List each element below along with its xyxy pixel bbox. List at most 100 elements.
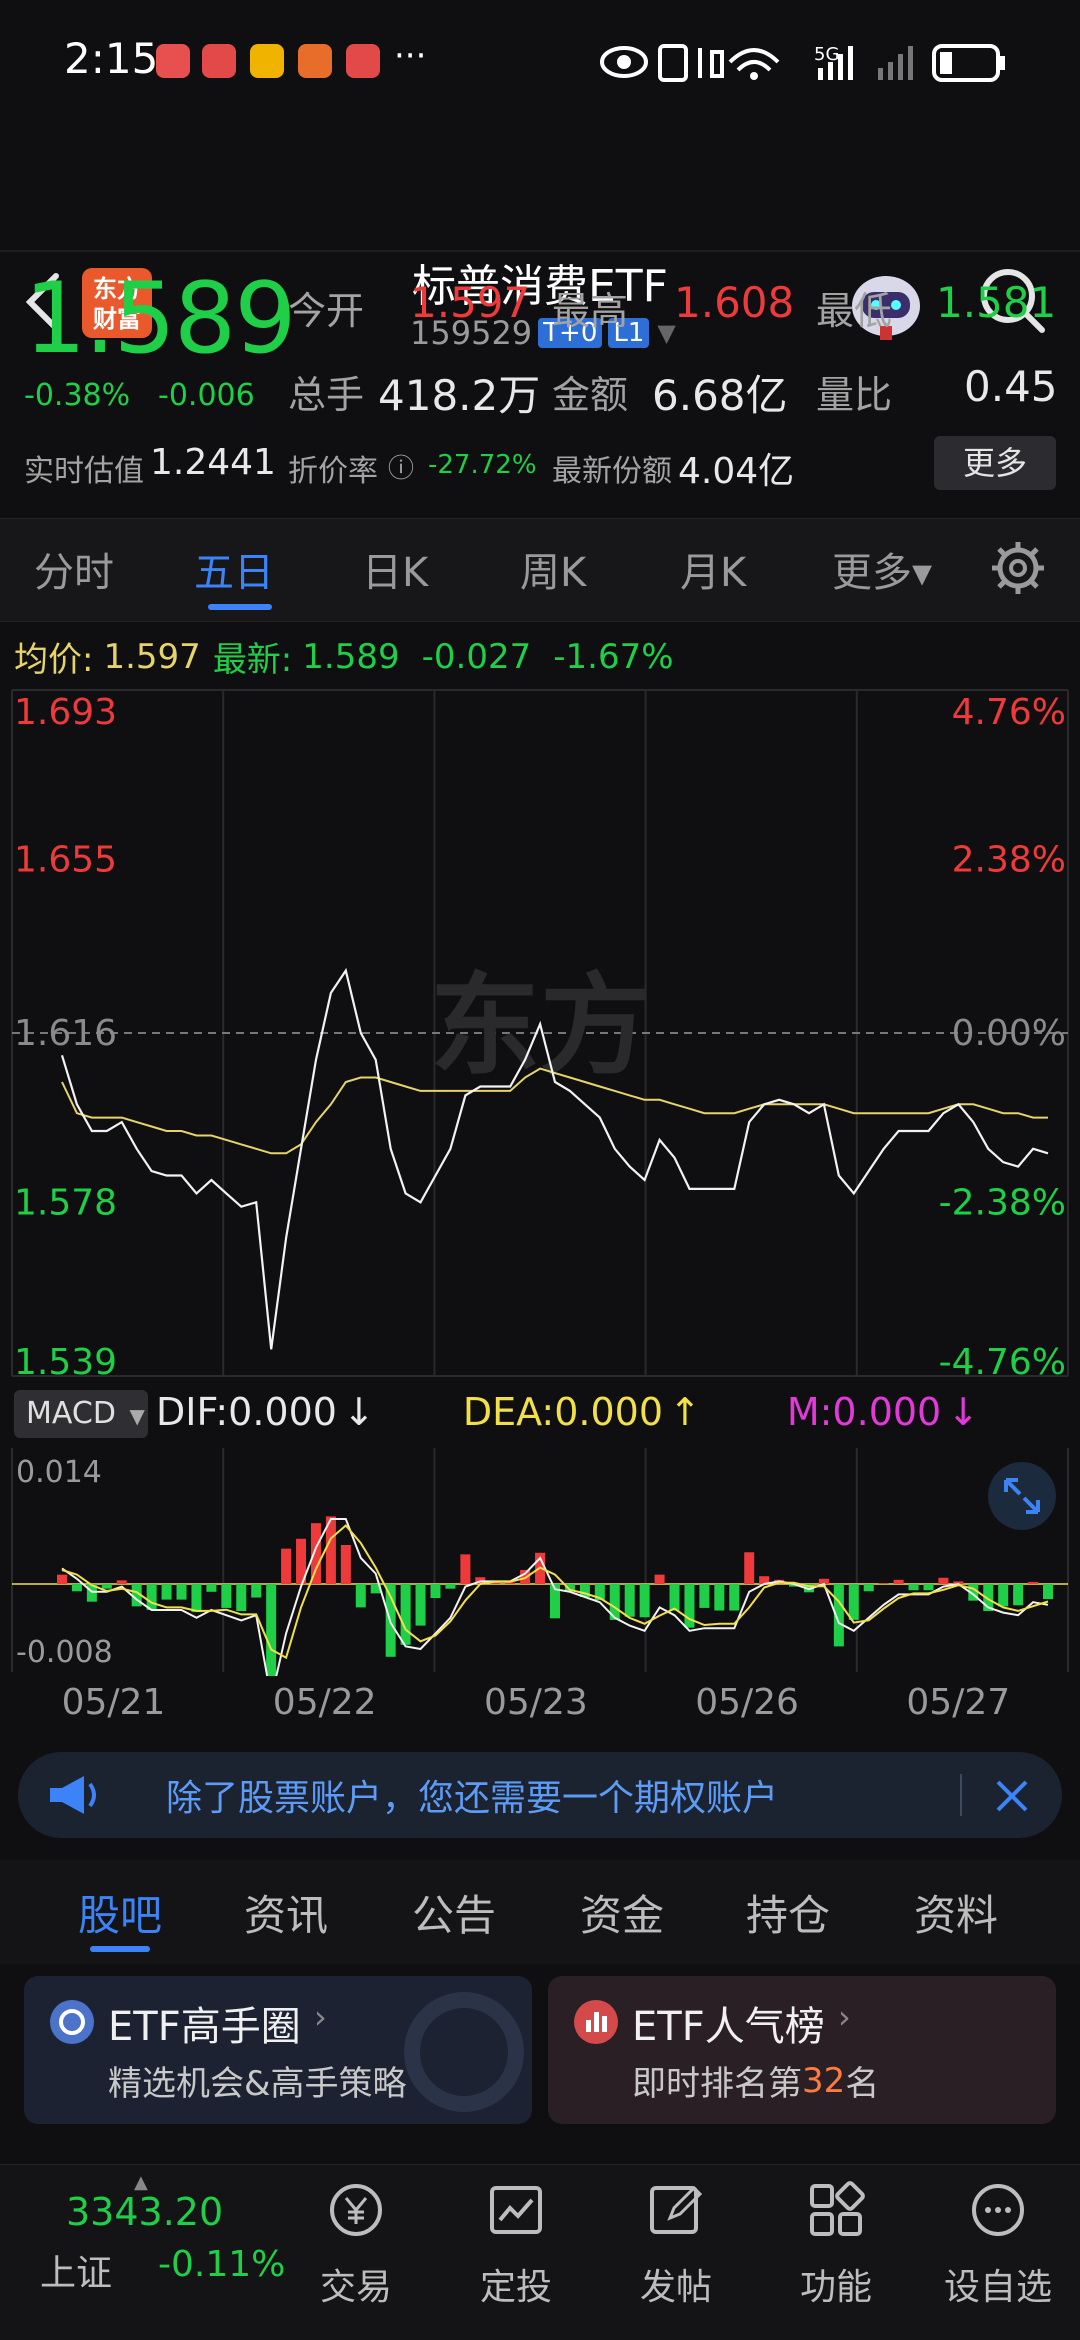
rank-prefix: 即时排名第 — [632, 2064, 802, 2104]
diff-percent: -1.67% — [553, 636, 674, 677]
huawei-store-notify-icon — [346, 44, 380, 78]
promo-banner[interactable]: 除了股票账户，您还需要一个期权账户 — [18, 1752, 1062, 1838]
change-value: -0.006 — [158, 378, 255, 413]
invest-plan-icon[interactable] — [484, 2178, 548, 2242]
price-legend: 均价: 1.597 最新: 1.589 -0.027 -1.67% — [14, 632, 674, 681]
tab-announcements[interactable]: 公告 — [412, 1882, 496, 1943]
gear-icon[interactable] — [990, 540, 1046, 596]
y-tick-left: 1.693 — [14, 692, 117, 733]
indicator-select[interactable]: MACD ▼ — [14, 1390, 148, 1438]
macd-bar — [146, 1584, 157, 1610]
avg-label: 均价: — [14, 640, 94, 680]
macd-bar — [221, 1584, 232, 1608]
index-change: -0.11% — [158, 2244, 286, 2285]
y-tick-left: 1.616 — [14, 1013, 117, 1054]
macd-bar — [848, 1584, 859, 1620]
macd-bar — [281, 1548, 292, 1584]
macd-bar — [310, 1523, 321, 1584]
active-tab-indicator — [208, 604, 272, 610]
watchlist-icon[interactable] — [966, 2178, 1030, 2242]
etf-popularity-card[interactable]: ETF人气榜 › 即时排名第 32 名 — [548, 1976, 1056, 2124]
tab-five-day[interactable]: 五日 — [194, 540, 274, 598]
etf-expert-circle-card[interactable]: ETF高手圈 › 精选机会&高手策略 — [24, 1976, 532, 2124]
nav-trade[interactable]: 交易 — [296, 2258, 416, 2310]
amount-value: 6.68亿 — [652, 371, 788, 420]
message-notify-icon — [298, 44, 332, 78]
x-axis-day-label: 05/21 — [61, 1682, 166, 1723]
y-tick-right: 0.00% — [952, 1013, 1066, 1054]
ratio-label: 量比 — [816, 373, 893, 417]
y-tick-left: 1.578 — [14, 1182, 117, 1223]
diff-value: -0.027 — [421, 636, 532, 677]
tab-intraday[interactable]: 分时 — [34, 540, 114, 598]
x-axis-day-label: 05/23 — [484, 1682, 588, 1723]
macd-bar — [908, 1584, 919, 1591]
more-quote-button[interactable]: 更多 — [934, 436, 1056, 490]
macd-bar — [938, 1577, 949, 1584]
tab-weekly-k[interactable]: 周K — [520, 540, 586, 598]
rank-suffix: 名 — [845, 2064, 880, 2104]
ranking-icon — [574, 2000, 618, 2044]
info-icon[interactable]: ⓘ — [388, 448, 414, 485]
weibo-notify-icon — [250, 44, 284, 78]
nav-watchlist[interactable]: 设自选 — [938, 2258, 1058, 2310]
dea-arrow: ↑ — [669, 1390, 701, 1434]
tab-forum[interactable]: 股吧 — [78, 1882, 162, 1943]
tab-news[interactable]: 资讯 — [244, 1882, 328, 1943]
tab-more[interactable]: 更多▾ — [832, 540, 932, 598]
x-axis-day-label: 05/26 — [695, 1682, 799, 1723]
trade-icon[interactable] — [324, 2178, 388, 2242]
tab-monthly-k[interactable]: 月K — [680, 540, 746, 598]
macd-bar — [1043, 1584, 1053, 1600]
change-percent: -0.38% — [24, 378, 131, 413]
low-label: 最低 — [816, 289, 893, 333]
macd-bar — [266, 1584, 277, 1676]
macd-chart[interactable]: 0.014 -0.008 — [0, 1446, 1080, 1676]
nav-invest-plan[interactable]: 定投 — [456, 2258, 576, 2310]
macd-bar — [998, 1584, 1009, 1607]
five-day-price-chart[interactable]: 1.693 4.76% 1.655 2.38% 1.616 0.00% 1.578 -2.38… — [0, 684, 1080, 1384]
card-subtitle: 精选机会&高手策略 — [108, 2064, 407, 2104]
macd-bar — [699, 1584, 710, 1608]
x-axis-day-label: 05/22 — [272, 1682, 377, 1723]
grid-function-icon[interactable] — [804, 2178, 868, 2242]
macd-bar — [654, 1574, 665, 1584]
dea-value: DEA:0.000 — [462, 1390, 663, 1434]
tab-profile[interactable]: 资料 — [914, 1882, 998, 1943]
high-label: 最高 — [552, 289, 629, 333]
indicator-label: MACD — [26, 1396, 116, 1431]
tab-daily-k[interactable]: 日K — [362, 540, 428, 598]
close-icon[interactable] — [992, 1776, 1032, 1816]
stock-header: 东方 财富 标普消费ETF 159529 T+0 L1 ▼ — [0, 120, 1080, 352]
macd-bar — [101, 1584, 112, 1589]
tab-holdings[interactable]: 持仓 — [746, 1882, 830, 1943]
card-subtitle: 即时排名第 32 名 — [632, 2056, 879, 2105]
macd-bar — [639, 1584, 650, 1618]
macd-top-tick: 0.014 — [16, 1455, 102, 1490]
app-notify-icon — [156, 44, 190, 78]
current-price: 1.589 — [24, 262, 297, 376]
subtab-indicator — [90, 1946, 150, 1952]
macd-bar — [251, 1584, 262, 1598]
tab-funds[interactable]: 资金 — [580, 1882, 664, 1943]
banner-divider — [960, 1774, 962, 1816]
macd-bar — [1013, 1584, 1024, 1606]
index-value[interactable]: 3343.20 — [66, 2190, 223, 2234]
volume-label: 总手 — [288, 373, 365, 417]
macd-bar — [878, 1583, 889, 1584]
macd-bar — [714, 1584, 725, 1611]
nav-functions[interactable]: 功能 — [776, 2258, 896, 2310]
macd-bottom-tick: -0.008 — [16, 1635, 113, 1670]
macd-bar — [355, 1584, 366, 1608]
chevron-down-icon: ▼ — [129, 1404, 145, 1428]
y-tick-left: 1.539 — [14, 1342, 117, 1383]
x-axis-day-label: 05/27 — [906, 1682, 1011, 1723]
low-value: 1.581 — [936, 278, 1057, 327]
macd-bar — [236, 1584, 247, 1612]
post-edit-icon[interactable] — [644, 2178, 708, 2242]
macd-bar — [863, 1584, 874, 1592]
y-tick-right: -2.38% — [939, 1182, 1066, 1223]
nav-post[interactable]: 发帖 — [616, 2258, 736, 2310]
megaphone-icon — [50, 1776, 96, 1814]
clock: 2:15 — [64, 34, 159, 83]
